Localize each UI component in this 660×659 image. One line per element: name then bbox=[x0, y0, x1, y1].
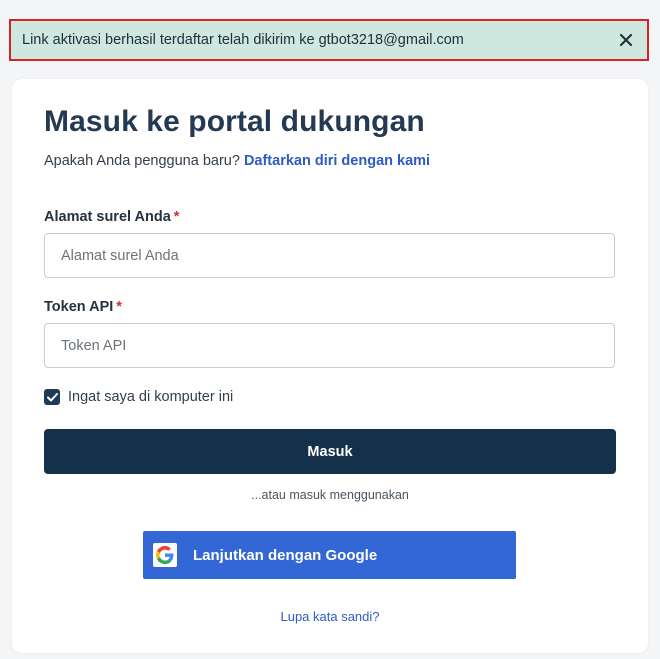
new-user-prompt: Apakah Anda pengguna baru? Daftarkan diri… bbox=[44, 153, 430, 169]
new-user-text: Apakah Anda pengguna baru? bbox=[44, 153, 240, 169]
close-icon[interactable] bbox=[615, 29, 637, 51]
remember-label: Ingat saya di komputer ini bbox=[68, 389, 234, 405]
check-icon bbox=[46, 392, 58, 401]
google-login-button[interactable]: Lanjutkan dengan Google bbox=[143, 531, 516, 579]
login-card: Masuk ke portal dukungan Apakah Anda pen… bbox=[12, 79, 648, 653]
email-field[interactable] bbox=[44, 233, 615, 278]
token-field[interactable] bbox=[44, 323, 615, 368]
page-title: Masuk ke portal dukungan bbox=[44, 105, 425, 138]
activation-alert: Link aktivasi berhasil terdaftar telah d… bbox=[9, 19, 649, 61]
token-label-text: Token API bbox=[44, 299, 114, 315]
email-label-text: Alamat surel Anda bbox=[44, 209, 171, 225]
email-label: Alamat surel Anda * bbox=[44, 209, 179, 225]
alt-login-text: ...atau masuk menggunakan bbox=[251, 488, 409, 502]
token-label: Token API * bbox=[44, 299, 122, 315]
required-mark: * bbox=[116, 299, 122, 315]
remember-checkbox[interactable] bbox=[44, 389, 60, 405]
google-button-label: Lanjutkan dengan Google bbox=[193, 546, 378, 564]
login-button[interactable]: Masuk bbox=[44, 429, 616, 474]
alert-message: Link aktivasi berhasil terdaftar telah d… bbox=[22, 32, 464, 48]
remember-me[interactable]: Ingat saya di komputer ini bbox=[44, 389, 233, 405]
required-mark: * bbox=[173, 209, 180, 225]
signup-link[interactable]: Daftarkan diri dengan kami bbox=[244, 153, 430, 169]
google-logo-icon bbox=[153, 543, 177, 567]
forgot-password-link[interactable]: Lupa kata sandi? bbox=[12, 609, 648, 624]
